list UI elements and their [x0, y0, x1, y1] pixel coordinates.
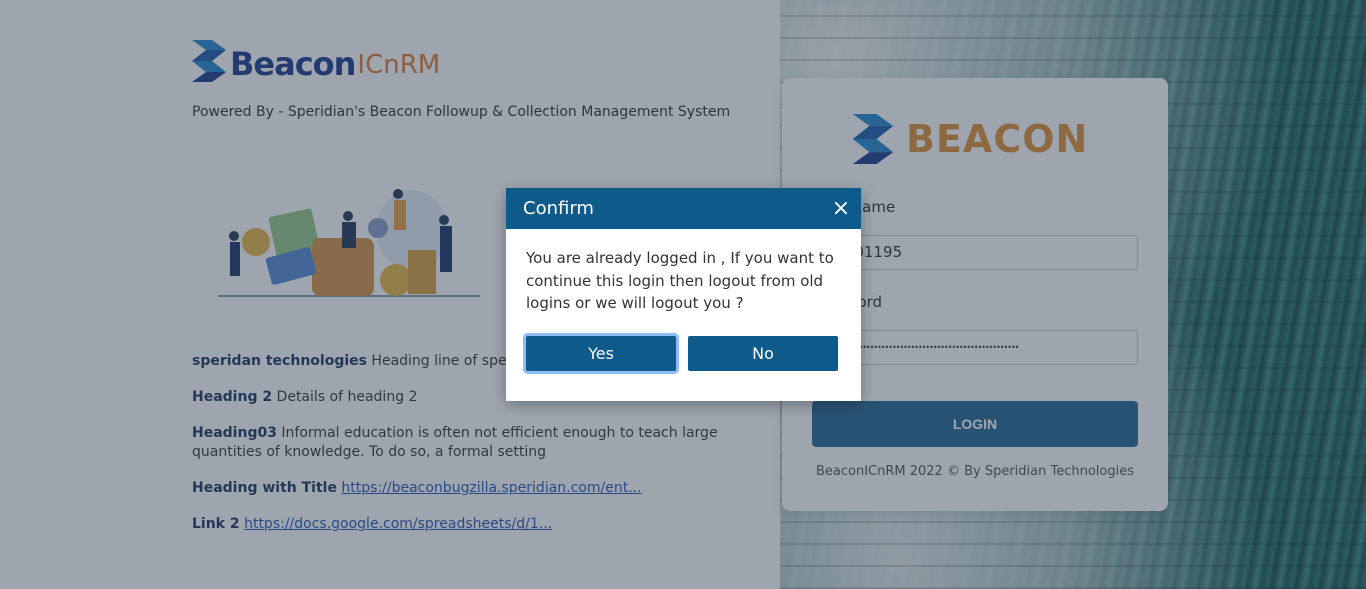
dialog-header: Confirm ×	[506, 188, 861, 229]
no-button[interactable]: No	[688, 336, 838, 371]
close-icon[interactable]: ×	[831, 197, 851, 219]
confirm-dialog: Confirm × You are already logged in , If…	[506, 188, 861, 401]
yes-button[interactable]: Yes	[526, 336, 676, 371]
dialog-message: You are already logged in , If you want …	[526, 249, 834, 312]
dialog-title: Confirm	[523, 198, 594, 219]
dialog-buttons: Yes No	[526, 336, 838, 371]
